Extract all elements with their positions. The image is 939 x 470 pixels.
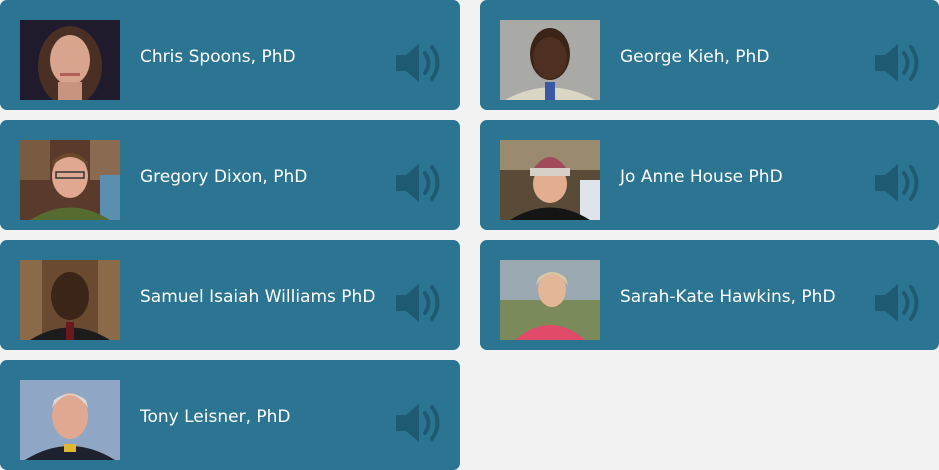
portrait-photo [20,380,120,460]
person-card-george-kieh[interactable]: George Kieh, PhD [480,0,939,110]
portrait-photo [20,20,120,100]
speaker-volume-icon[interactable] [873,280,923,326]
person-card-tony-leisner[interactable]: Tony Leisner, PhD [0,360,460,470]
portrait-photo [500,260,600,340]
speaker-volume-icon[interactable] [394,40,444,86]
person-card-gregory-dixon[interactable]: Gregory Dixon, PhD [0,120,460,230]
person-card-sarah-kate-hawkins[interactable]: Sarah-Kate Hawkins, PhD [480,240,939,350]
portrait-photo [20,140,120,220]
people-grid: Chris Spoons, PhD George Kieh, PhD Grego… [0,0,939,470]
person-card-jo-anne-house[interactable]: Jo Anne House PhD [480,120,939,230]
speaker-volume-icon[interactable] [873,40,923,86]
person-card-samuel-williams[interactable]: Samuel Isaiah Williams PhD [0,240,460,350]
speaker-volume-icon[interactable] [394,280,444,326]
person-name: Sarah-Kate Hawkins, PhD [620,286,836,307]
person-card-chris-spoons[interactable]: Chris Spoons, PhD [0,0,460,110]
speaker-volume-icon[interactable] [394,400,444,446]
person-name: Gregory Dixon, PhD [140,166,308,187]
portrait-photo [500,20,600,100]
portrait-photo [500,140,600,220]
person-name: Chris Spoons, PhD [140,46,296,67]
person-name: Tony Leisner, PhD [140,406,291,427]
speaker-volume-icon[interactable] [873,160,923,206]
person-name: Samuel Isaiah Williams PhD [140,286,376,307]
speaker-volume-icon[interactable] [394,160,444,206]
person-name: Jo Anne House PhD [620,166,783,187]
portrait-photo [20,260,120,340]
person-name: George Kieh, PhD [620,46,770,67]
